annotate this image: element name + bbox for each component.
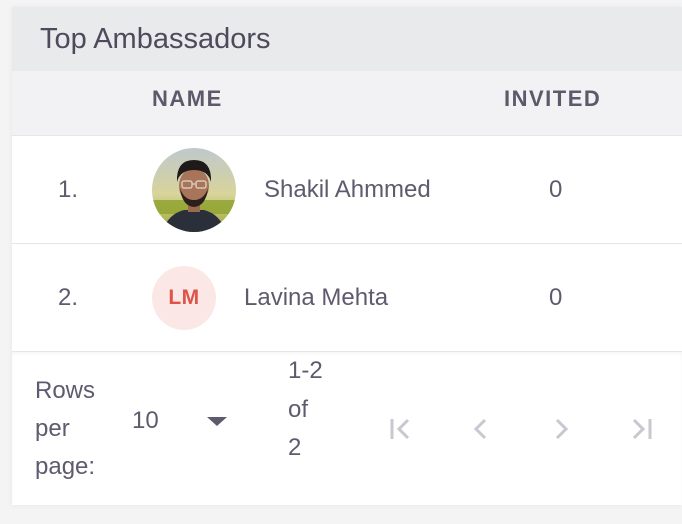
pagination-range: 1-2 of 2 <box>288 357 323 461</box>
rows-per-page-select[interactable]: 10 <box>132 407 227 435</box>
rows-per-page-label: Rows per page: <box>35 377 96 480</box>
column-header-name[interactable]: NAME <box>152 71 223 135</box>
next-page-button[interactable] <box>544 412 578 446</box>
ambassador-name: Lavina Mehta <box>244 284 389 311</box>
table-row[interactable]: 1. Shakil Ahmmed 0 <box>12 136 682 244</box>
table-header: NAME INVITED <box>12 71 682 136</box>
last-page-icon <box>626 414 656 444</box>
caret-down-icon <box>206 416 227 426</box>
previous-page-icon <box>466 414 496 444</box>
ambassador-name: Shakil Ahmmed <box>264 176 431 203</box>
table-row[interactable]: 2. LM Lavina Mehta 0 <box>12 244 682 352</box>
previous-page-button[interactable] <box>464 412 498 446</box>
pagination-footer: Rows per page: 10 1-2 of 2 <box>12 352 682 504</box>
next-page-icon <box>546 414 576 444</box>
top-ambassadors-card: Top Ambassadors NAME INVITED 1. Shakil A… <box>12 7 682 505</box>
rank-cell: 1. <box>58 176 79 203</box>
avatar-initials: LM <box>152 266 216 330</box>
last-page-button[interactable] <box>624 412 658 446</box>
avatar-photo <box>152 148 236 232</box>
column-header-invited[interactable]: INVITED <box>504 71 601 135</box>
first-page-button[interactable] <box>384 412 418 446</box>
invited-count: 0 <box>549 176 563 203</box>
card-title: Top Ambassadors <box>40 22 271 55</box>
rank-cell: 2. <box>58 284 79 311</box>
card-header: Top Ambassadors <box>12 7 682 71</box>
invited-count: 0 <box>549 284 563 311</box>
rows-per-page-value: 10 <box>132 407 159 434</box>
first-page-icon <box>386 414 416 444</box>
